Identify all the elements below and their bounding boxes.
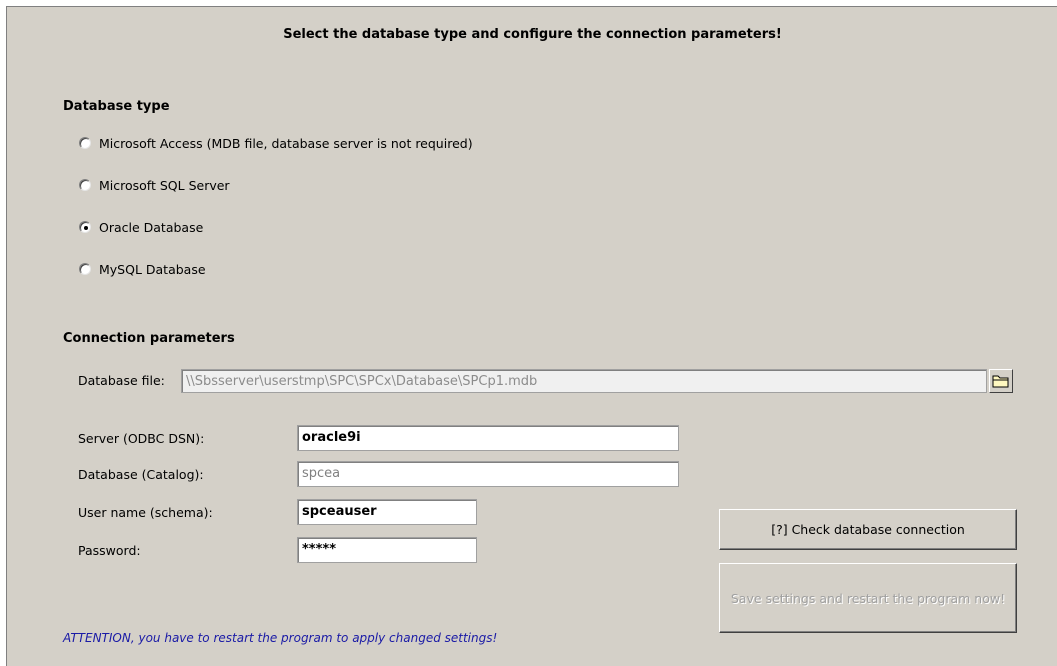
username-label: User name (schema): [78, 505, 213, 520]
folder-icon [992, 375, 1009, 388]
attention-message: ATTENTION, you have to restart the progr… [63, 631, 498, 645]
radio-microsoft-access[interactable]: Microsoft Access (MDB file, database ser… [79, 133, 473, 153]
database-file-field[interactable]: \\Sbsserver\userstmp\SPC\SPCx\Database\S… [181, 369, 987, 393]
radio-label: Oracle Database [99, 219, 204, 235]
database-type-heading: Database type [63, 99, 170, 114]
page-title: Select the database type and configure t… [283, 27, 782, 42]
radio-button-selected[interactable] [79, 221, 91, 233]
database-file-label: Database file: [78, 373, 165, 388]
radio-label: Microsoft SQL Server [99, 177, 230, 193]
radio-mysql-database[interactable]: MySQL Database [79, 259, 206, 279]
catalog-label: Database (Catalog): [78, 467, 204, 482]
browse-button[interactable] [989, 369, 1013, 393]
radio-label: MySQL Database [99, 261, 206, 277]
radio-selected-dot [83, 225, 88, 230]
radio-button[interactable] [79, 263, 91, 275]
save-restart-button[interactable]: Save settings and restart the program no… [719, 563, 1017, 633]
settings-panel: Select the database type and configure t… [6, 6, 1057, 666]
check-connection-button[interactable]: [?] Check database connection [719, 509, 1017, 550]
password-label: Password: [78, 543, 141, 558]
server-odbc-dsn-input[interactable]: oracle9i [297, 425, 679, 451]
password-input[interactable]: ***** [297, 537, 477, 563]
radio-microsoft-sql-server[interactable]: Microsoft SQL Server [79, 175, 230, 195]
radio-label: Microsoft Access (MDB file, database ser… [99, 135, 473, 151]
server-label: Server (ODBC DSN): [78, 431, 205, 446]
connection-parameters-heading: Connection parameters [63, 331, 235, 346]
radio-oracle-database[interactable]: Oracle Database [79, 217, 203, 237]
radio-button[interactable] [79, 137, 91, 149]
username-input[interactable]: spceauser [297, 499, 477, 525]
database-catalog-input[interactable]: spcea [297, 461, 679, 487]
radio-button[interactable] [79, 179, 91, 191]
